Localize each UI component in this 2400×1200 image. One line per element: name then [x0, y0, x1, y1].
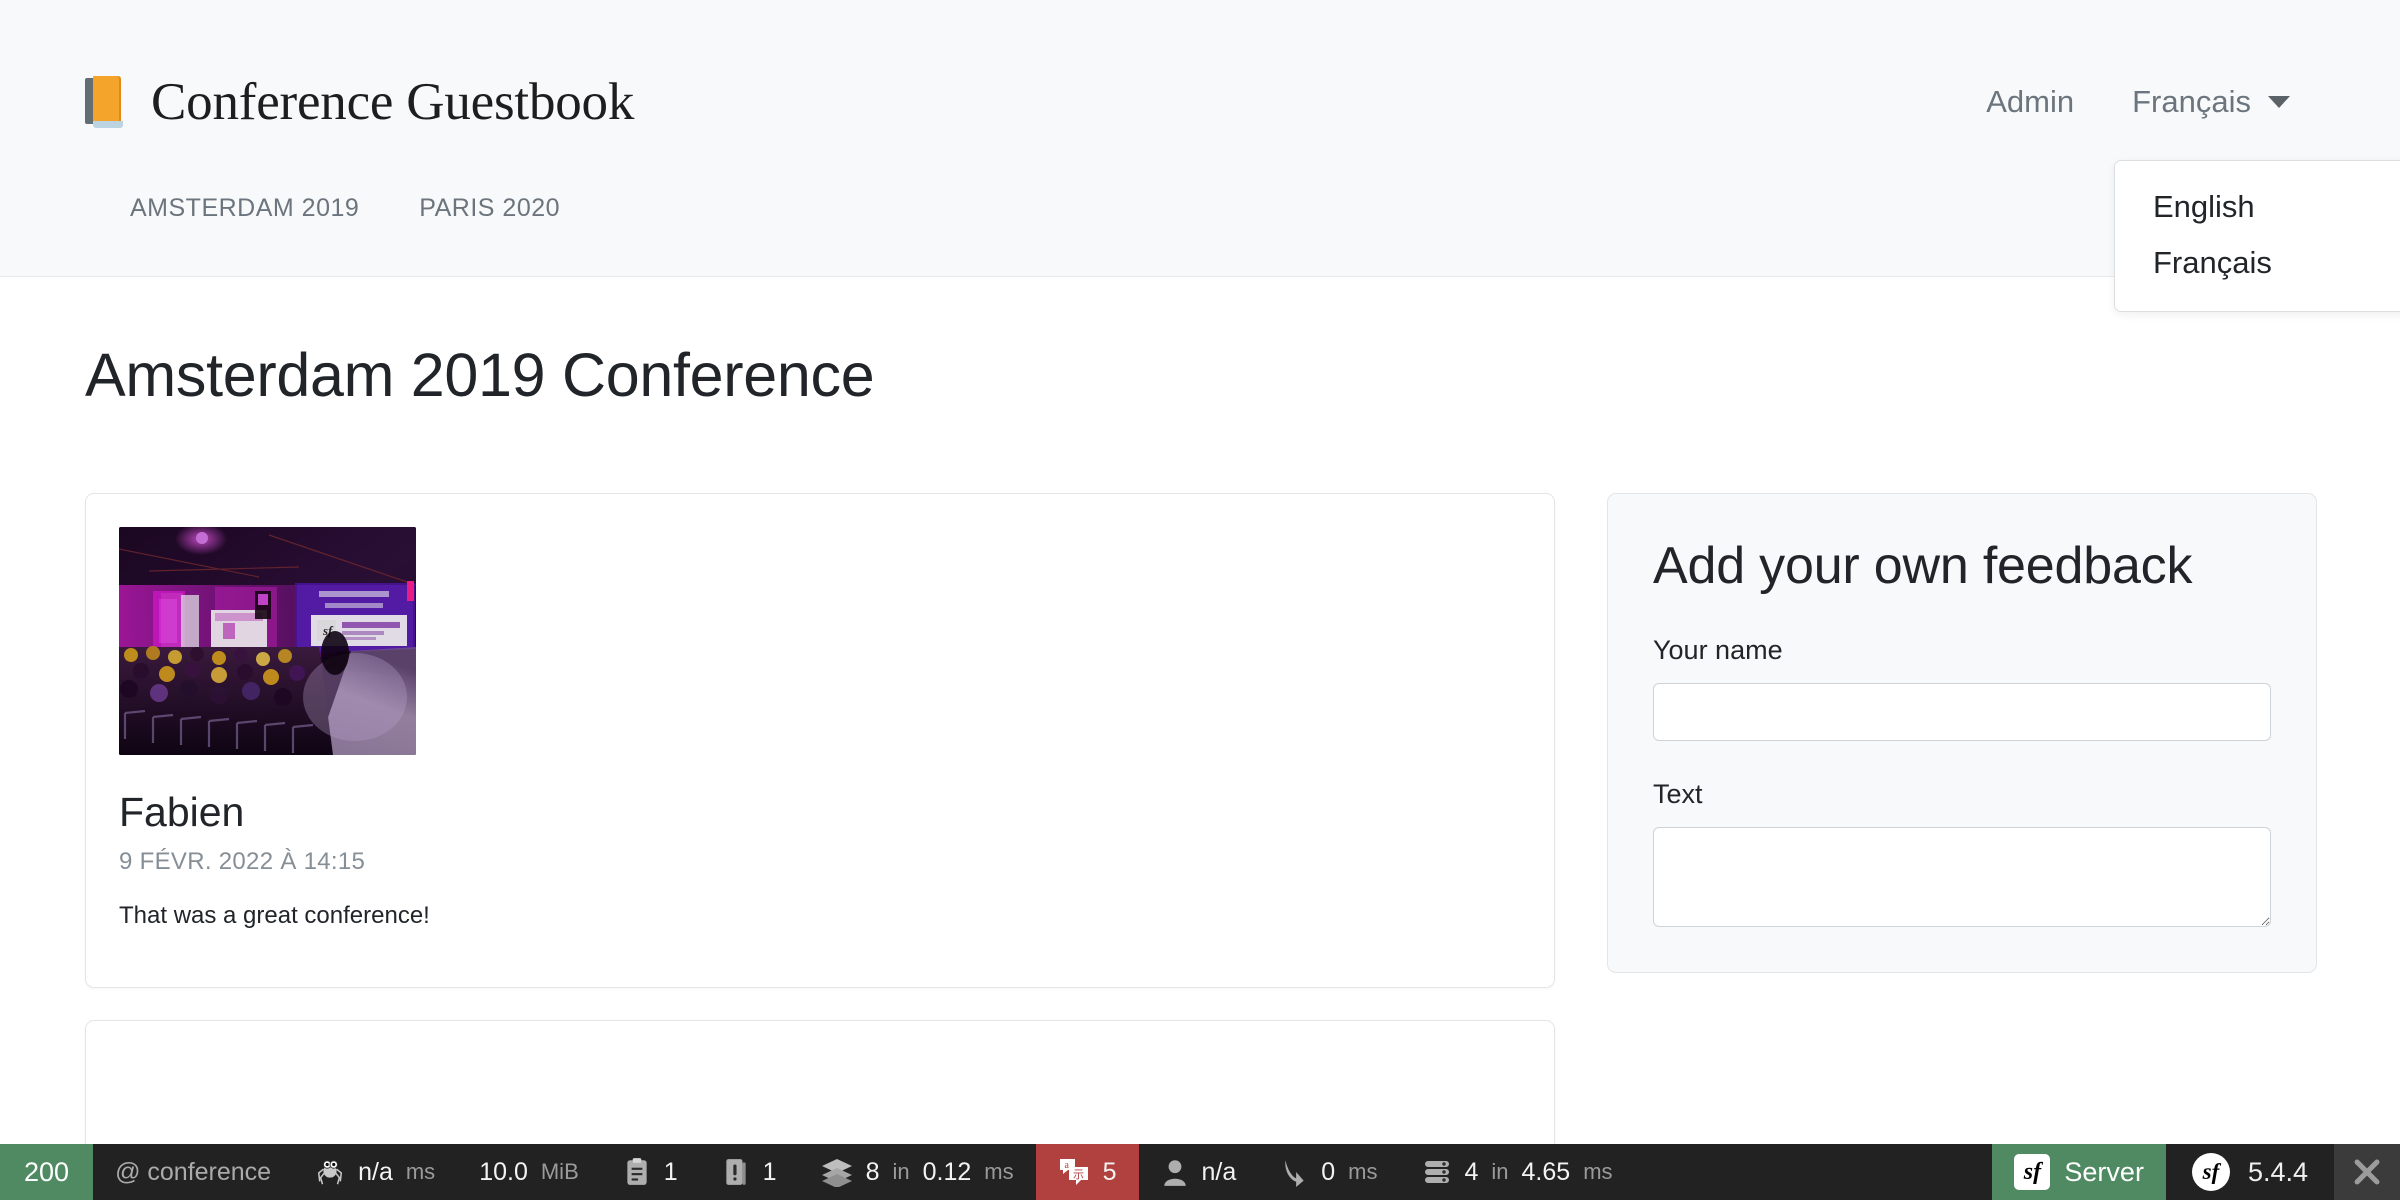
toolbar-memory[interactable]: 10.0 MiB — [457, 1144, 601, 1200]
translation-count: 5 — [1103, 1158, 1117, 1187]
toolbar-security[interactable]: n/a — [1139, 1144, 1259, 1200]
memory-unit: MiB — [541, 1159, 579, 1185]
symfony-logo-circle-icon: sf — [2192, 1153, 2230, 1191]
language-option-francais[interactable]: Français — [2115, 235, 2400, 291]
route-value: @ conference — [115, 1158, 271, 1187]
toolbar-time[interactable]: n/a ms — [293, 1144, 457, 1200]
exception-count: 1 — [763, 1158, 777, 1187]
toolbar-cache[interactable]: 4 in 4.65 ms — [1400, 1144, 1635, 1200]
translation-icon: a 示 — [1058, 1156, 1090, 1188]
forms-count: 1 — [664, 1158, 678, 1187]
svg-text:示: 示 — [1073, 1169, 1084, 1181]
layers-icon — [821, 1157, 853, 1187]
doctrine-query-count: 8 — [866, 1158, 880, 1187]
hook-unit: ms — [1348, 1159, 1377, 1185]
doctrine-in-label: in — [892, 1159, 909, 1185]
close-icon — [2350, 1155, 2384, 1189]
clipboard-icon — [623, 1157, 651, 1187]
text-textarea[interactable] — [1653, 827, 2271, 927]
cache-time: 4.65 — [1522, 1158, 1571, 1187]
symfony-debug-toolbar: 200 @ conference n/a ms 10.0 MiB — [0, 1144, 2400, 1200]
chevron-down-icon — [2268, 96, 2290, 108]
server-icon — [1422, 1157, 1452, 1187]
language-current-label: Français — [2132, 84, 2251, 120]
status-code-value: 200 — [24, 1157, 69, 1188]
content-columns: sf — [85, 493, 2315, 1180]
conference-nav: AMSTERDAM 2019 PARIS 2020 — [0, 160, 2400, 256]
text-field-label: Text — [1653, 779, 2271, 810]
toolbar-status-code[interactable]: 200 — [0, 1144, 93, 1200]
doctrine-unit: ms — [984, 1159, 1013, 1185]
server-label: Server — [2064, 1157, 2144, 1188]
header-links: Admin Français — [1986, 84, 2300, 120]
header-top-row: Conference Guestbook Admin Français — [0, 0, 2400, 160]
time-value: n/a — [358, 1158, 393, 1187]
time-unit: ms — [406, 1159, 435, 1185]
toolbar-route[interactable]: @ conference — [93, 1144, 293, 1200]
language-option-english[interactable]: English — [2115, 179, 2400, 235]
admin-link[interactable]: Admin — [1986, 84, 2074, 120]
symfony-logo-icon: sf — [2014, 1154, 2050, 1190]
feedback-form-card: Add your own feedback Your name Text — [1607, 493, 2317, 973]
toolbar-close-button[interactable] — [2334, 1144, 2400, 1200]
toolbar-translations[interactable]: a 示 5 — [1036, 1144, 1139, 1200]
hook-value: 0 — [1321, 1158, 1335, 1187]
page-title: Amsterdam 2019 Conference — [85, 340, 2315, 410]
language-switcher[interactable]: Français — [2132, 84, 2290, 120]
toolbar-version-block[interactable]: sf 5.4.4 — [2166, 1144, 2334, 1200]
memory-value: 10.0 — [479, 1158, 528, 1187]
toolbar-server-block[interactable]: sf Server — [1992, 1144, 2166, 1200]
comment-date: 9 FÉVR. 2022 À 14:15 — [119, 848, 1521, 876]
spider-icon — [315, 1157, 345, 1187]
comment-card: sf — [85, 493, 1555, 988]
toolbar-forms[interactable]: 1 — [601, 1144, 700, 1200]
conference-photo[interactable]: sf — [119, 527, 416, 755]
user-value: n/a — [1202, 1158, 1237, 1187]
exception-icon — [722, 1157, 750, 1187]
doctrine-time: 0.12 — [923, 1158, 972, 1187]
name-field-label: Your name — [1653, 635, 2271, 666]
symfony-version: 5.4.4 — [2248, 1157, 2308, 1188]
feedback-form-title: Add your own feedback — [1653, 537, 2271, 597]
name-input[interactable] — [1653, 683, 2271, 741]
main-content: Amsterdam 2019 Conference — [0, 340, 2400, 1180]
svg-text:a: a — [1064, 1160, 1069, 1171]
toolbar-hook[interactable]: 0 ms — [1258, 1144, 1399, 1200]
toolbar-spacer — [1635, 1144, 1993, 1200]
nav-item-paris-2020[interactable]: PARIS 2020 — [389, 184, 590, 233]
notebook-icon — [85, 76, 125, 128]
cache-count: 4 — [1465, 1158, 1479, 1187]
comments-column: sf — [85, 493, 1555, 1180]
comment-author: Fabien — [119, 789, 1521, 836]
hook-icon — [1280, 1157, 1308, 1187]
comment-text: That was a great conference! — [119, 902, 1521, 930]
cache-unit: ms — [1583, 1159, 1612, 1185]
cache-in-label: in — [1491, 1159, 1508, 1185]
toolbar-exception[interactable]: 1 — [700, 1144, 799, 1200]
brand-link[interactable]: Conference Guestbook — [85, 72, 634, 132]
language-dropdown-menu[interactable]: English Français — [2114, 160, 2400, 312]
feedback-column: Add your own feedback Your name Text — [1607, 493, 2317, 973]
brand-title: Conference Guestbook — [151, 72, 634, 132]
toolbar-doctrine[interactable]: 8 in 0.12 ms — [799, 1144, 1036, 1200]
user-icon — [1161, 1157, 1189, 1187]
nav-item-amsterdam-2019[interactable]: AMSTERDAM 2019 — [100, 184, 389, 233]
conference-photo-image: sf — [119, 527, 416, 755]
site-header: Conference Guestbook Admin Français AMST… — [0, 0, 2400, 277]
